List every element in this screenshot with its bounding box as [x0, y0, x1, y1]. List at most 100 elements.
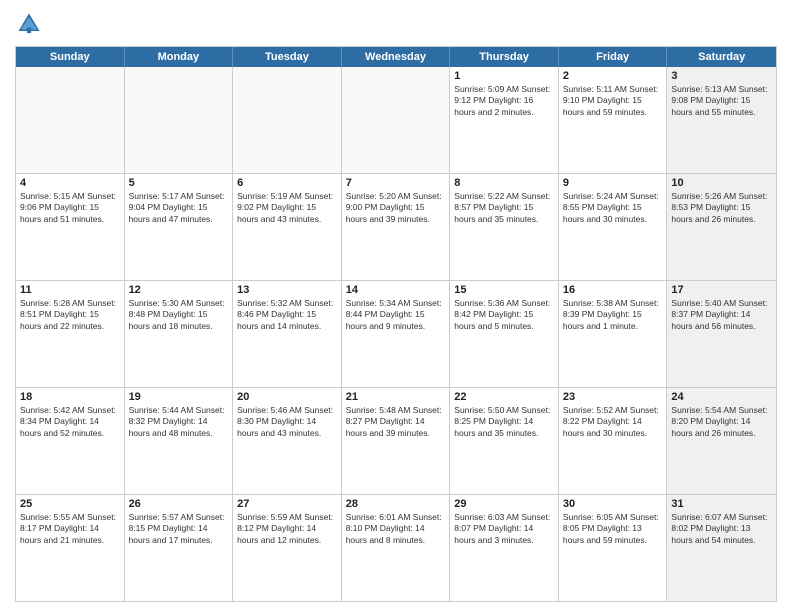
- calendar-day-5: 5 Sunrise: 5:17 AM Sunset: 9:04 PM Daylig…: [125, 174, 234, 280]
- day-info: Sunrise: 5:22 AM Sunset: 8:57 PM Dayligh…: [454, 191, 554, 225]
- calendar-day-28: 28 Sunrise: 6:01 AM Sunset: 8:10 PM Dayli…: [342, 495, 451, 601]
- day-info: Sunrise: 5:42 AM Sunset: 8:34 PM Dayligh…: [20, 405, 120, 439]
- calendar-day-8: 8Sunrise: 5:22 AM Sunset: 8:57 PM Daylig…: [450, 174, 559, 280]
- day-info: Sunrise: 5:50 AM Sunset: 8:25 PM Dayligh…: [454, 405, 554, 439]
- calendar-day-4: 4 Sunrise: 5:15 AM Sunset: 9:06 PM Daylig…: [16, 174, 125, 280]
- calendar-day-30: 30 Sunrise: 6:05 AM Sunset: 8:05 PM Dayli…: [559, 495, 668, 601]
- day-info: Sunrise: 5:30 AM Sunset: 8:48 PM Dayligh…: [129, 298, 229, 332]
- calendar-day-13: 13 Sunrise: 5:32 AM Sunset: 8:46 PM Dayli…: [233, 281, 342, 387]
- calendar-header: SundayMondayTuesdayWednesdayThursdayFrid…: [16, 47, 776, 67]
- calendar-day-12: 12 Sunrise: 5:30 AM Sunset: 8:48 PM Dayli…: [125, 281, 234, 387]
- day-number: 5: [129, 177, 229, 189]
- calendar-day-27: 27Sunrise: 5:59 AM Sunset: 8:12 PM Dayli…: [233, 495, 342, 601]
- day-number: 15: [454, 284, 554, 296]
- calendar: SundayMondayTuesdayWednesdayThursdayFrid…: [15, 46, 777, 602]
- day-info: Sunrise: 6:01 AM Sunset: 8:10 PM Dayligh…: [346, 512, 446, 546]
- weekday-header-tuesday: Tuesday: [233, 47, 342, 67]
- day-info: Sunrise: 5:26 AM Sunset: 8:53 PM Dayligh…: [671, 191, 772, 225]
- day-info: Sunrise: 5:55 AM Sunset: 8:17 PM Dayligh…: [20, 512, 120, 546]
- calendar-empty-cell: [125, 67, 234, 173]
- calendar-body: 1Sunrise: 5:09 AM Sunset: 9:12 PM Daylig…: [16, 67, 776, 601]
- calendar-day-18: 18 Sunrise: 5:42 AM Sunset: 8:34 PM Dayli…: [16, 388, 125, 494]
- calendar-empty-cell: [16, 67, 125, 173]
- calendar-day-6: 6Sunrise: 5:19 AM Sunset: 9:02 PM Daylig…: [233, 174, 342, 280]
- header: [15, 10, 777, 38]
- day-info: Sunrise: 5:19 AM Sunset: 9:02 PM Dayligh…: [237, 191, 337, 225]
- day-info: Sunrise: 6:05 AM Sunset: 8:05 PM Dayligh…: [563, 512, 663, 546]
- calendar-day-3: 3 Sunrise: 5:13 AM Sunset: 9:08 PM Daylig…: [667, 67, 776, 173]
- logo-icon: [15, 10, 43, 38]
- day-number: 27: [237, 498, 337, 510]
- calendar-day-24: 24 Sunrise: 5:54 AM Sunset: 8:20 PM Dayli…: [667, 388, 776, 494]
- calendar-day-9: 9Sunrise: 5:24 AM Sunset: 8:55 PM Daylig…: [559, 174, 668, 280]
- day-info: Sunrise: 5:54 AM Sunset: 8:20 PM Dayligh…: [671, 405, 772, 439]
- weekday-header-monday: Monday: [125, 47, 234, 67]
- day-number: 7: [346, 177, 446, 189]
- day-info: Sunrise: 5:15 AM Sunset: 9:06 PM Dayligh…: [20, 191, 120, 225]
- day-number: 13: [237, 284, 337, 296]
- day-info: Sunrise: 5:34 AM Sunset: 8:44 PM Dayligh…: [346, 298, 446, 332]
- calendar-day-31: 31 Sunrise: 6:07 AM Sunset: 8:02 PM Dayli…: [667, 495, 776, 601]
- day-info: Sunrise: 5:20 AM Sunset: 9:00 PM Dayligh…: [346, 191, 446, 225]
- day-number: 14: [346, 284, 446, 296]
- day-number: 3: [671, 70, 772, 82]
- day-number: 22: [454, 391, 554, 403]
- calendar-day-14: 14 Sunrise: 5:34 AM Sunset: 8:44 PM Dayli…: [342, 281, 451, 387]
- day-number: 21: [346, 391, 446, 403]
- day-info: Sunrise: 5:40 AM Sunset: 8:37 PM Dayligh…: [671, 298, 772, 332]
- calendar-day-10: 10 Sunrise: 5:26 AM Sunset: 8:53 PM Dayli…: [667, 174, 776, 280]
- calendar-day-15: 15 Sunrise: 5:36 AM Sunset: 8:42 PM Dayli…: [450, 281, 559, 387]
- calendar-day-20: 20 Sunrise: 5:46 AM Sunset: 8:30 PM Dayli…: [233, 388, 342, 494]
- calendar-day-23: 23 Sunrise: 5:52 AM Sunset: 8:22 PM Dayli…: [559, 388, 668, 494]
- calendar-empty-cell: [233, 67, 342, 173]
- day-info: Sunrise: 6:03 AM Sunset: 8:07 PM Dayligh…: [454, 512, 554, 546]
- day-number: 28: [346, 498, 446, 510]
- day-number: 19: [129, 391, 229, 403]
- day-info: Sunrise: 6:07 AM Sunset: 8:02 PM Dayligh…: [671, 512, 772, 546]
- weekday-header-thursday: Thursday: [450, 47, 559, 67]
- weekday-header-saturday: Saturday: [667, 47, 776, 67]
- day-number: 10: [671, 177, 772, 189]
- calendar-day-7: 7 Sunrise: 5:20 AM Sunset: 9:00 PM Daylig…: [342, 174, 451, 280]
- day-number: 31: [671, 498, 772, 510]
- day-number: 2: [563, 70, 663, 82]
- day-info: Sunrise: 5:57 AM Sunset: 8:15 PM Dayligh…: [129, 512, 229, 546]
- calendar-day-11: 11Sunrise: 5:28 AM Sunset: 8:51 PM Dayli…: [16, 281, 125, 387]
- day-info: Sunrise: 5:44 AM Sunset: 8:32 PM Dayligh…: [129, 405, 229, 439]
- day-number: 17: [671, 284, 772, 296]
- calendar-day-17: 17 Sunrise: 5:40 AM Sunset: 8:37 PM Dayli…: [667, 281, 776, 387]
- day-number: 12: [129, 284, 229, 296]
- day-info: Sunrise: 5:36 AM Sunset: 8:42 PM Dayligh…: [454, 298, 554, 332]
- day-number: 23: [563, 391, 663, 403]
- day-number: 1: [454, 70, 554, 82]
- day-info: Sunrise: 5:13 AM Sunset: 9:08 PM Dayligh…: [671, 84, 772, 118]
- day-number: 29: [454, 498, 554, 510]
- day-number: 24: [671, 391, 772, 403]
- day-number: 25: [20, 498, 120, 510]
- day-info: Sunrise: 5:52 AM Sunset: 8:22 PM Dayligh…: [563, 405, 663, 439]
- day-info: Sunrise: 5:32 AM Sunset: 8:46 PM Dayligh…: [237, 298, 337, 332]
- calendar-day-22: 22 Sunrise: 5:50 AM Sunset: 8:25 PM Dayli…: [450, 388, 559, 494]
- calendar-row-3: 18 Sunrise: 5:42 AM Sunset: 8:34 PM Dayli…: [16, 388, 776, 495]
- calendar-row-4: 25 Sunrise: 5:55 AM Sunset: 8:17 PM Dayli…: [16, 495, 776, 601]
- day-number: 9: [563, 177, 663, 189]
- calendar-row-1: 4 Sunrise: 5:15 AM Sunset: 9:06 PM Daylig…: [16, 174, 776, 281]
- weekday-header-wednesday: Wednesday: [342, 47, 451, 67]
- calendar-empty-cell: [342, 67, 451, 173]
- calendar-day-1: 1Sunrise: 5:09 AM Sunset: 9:12 PM Daylig…: [450, 67, 559, 173]
- calendar-day-26: 26 Sunrise: 5:57 AM Sunset: 8:15 PM Dayli…: [125, 495, 234, 601]
- day-number: 20: [237, 391, 337, 403]
- day-info: Sunrise: 5:11 AM Sunset: 9:10 PM Dayligh…: [563, 84, 663, 118]
- day-info: Sunrise: 5:17 AM Sunset: 9:04 PM Dayligh…: [129, 191, 229, 225]
- day-number: 26: [129, 498, 229, 510]
- day-number: 11: [20, 284, 120, 296]
- calendar-day-2: 2 Sunrise: 5:11 AM Sunset: 9:10 PM Daylig…: [559, 67, 668, 173]
- day-number: 16: [563, 284, 663, 296]
- day-info: Sunrise: 5:46 AM Sunset: 8:30 PM Dayligh…: [237, 405, 337, 439]
- day-info: Sunrise: 5:48 AM Sunset: 8:27 PM Dayligh…: [346, 405, 446, 439]
- day-number: 30: [563, 498, 663, 510]
- calendar-day-19: 19 Sunrise: 5:44 AM Sunset: 8:32 PM Dayli…: [125, 388, 234, 494]
- day-number: 18: [20, 391, 120, 403]
- calendar-day-29: 29 Sunrise: 6:03 AM Sunset: 8:07 PM Dayli…: [450, 495, 559, 601]
- day-number: 4: [20, 177, 120, 189]
